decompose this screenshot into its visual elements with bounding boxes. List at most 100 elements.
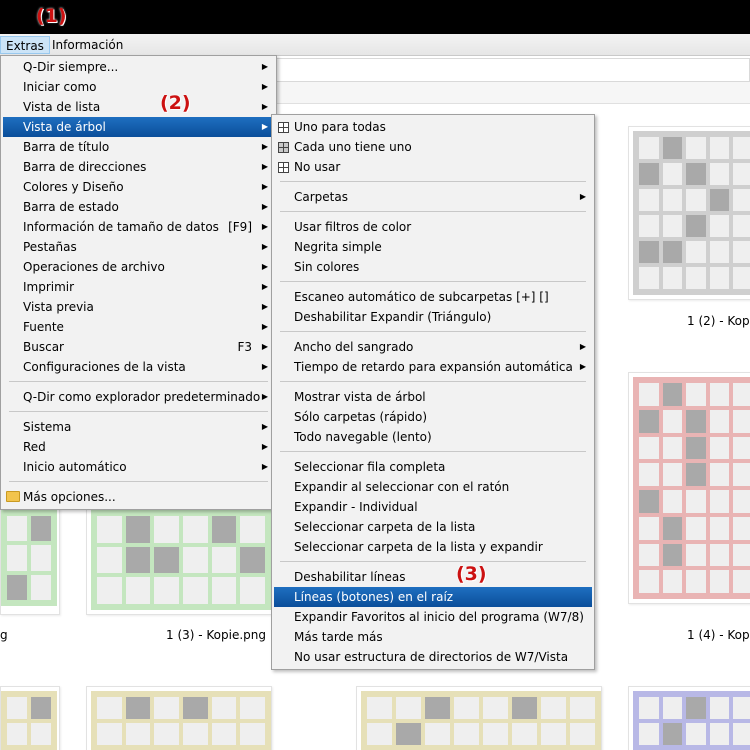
thumbnail-yellow-2[interactable] [356,686,602,750]
menu-item-inicio-automatico[interactable]: Inicio automático ▶ [3,457,274,477]
thumbnail-cell [709,490,730,513]
menu-item-imprimir[interactable]: Imprimir ▶ [3,277,274,297]
thumbnail-cell [97,723,122,745]
thumbnail-cell [733,436,750,460]
thumbnail-green-left[interactable] [0,505,60,615]
menu-item-lineas-botones-en-el-raiz[interactable]: Líneas (botones) en el raíz [274,587,592,607]
menu-item-barra-de-estado[interactable]: Barra de estado ▶ [3,197,274,217]
address-bar[interactable] [270,58,750,82]
thumbnail-cell [211,697,237,719]
menu-item-label: Colores y Diseño [23,180,124,194]
thumbnail-cell [709,189,730,211]
menu-item-label: Inicio automático [23,460,127,474]
menu-item-label: Operaciones de archivo [23,260,165,274]
thumbnail-blue[interactable] [628,686,750,750]
menu-item-configuraciones-de-la-vista[interactable]: Configuraciones de la vista ▶ [3,357,274,377]
menu-item-todo-navegable-lento[interactable]: Todo navegable (lento) [274,427,592,447]
menu-item-deshabilitar-expandir-triangulo[interactable]: Deshabilitar Expandir (Triángulo) [274,307,592,327]
menu-item-barra-de-titulo[interactable]: Barra de título ▶ [3,137,274,157]
submenu-arrow-icon: ▶ [261,62,268,71]
menu-item-solo-carpetas-rapido[interactable]: Sólo carpetas (rápido) [274,407,592,427]
menu-item-seleccionar-fila-completa[interactable]: Seleccionar fila completa [274,457,592,477]
submenu-arrow-icon: ▶ [261,162,268,171]
thumbnail-cell [662,490,683,513]
thumbnail-yellow-left[interactable] [0,686,60,750]
thumbnail-red[interactable] [628,372,750,604]
menu-item-sistema[interactable]: Sistema ▶ [3,417,274,437]
submenu-arrow-icon: ▶ [261,322,268,331]
column-header-row [270,82,750,104]
menu-item-vista-de-lista[interactable]: Vista de lista ▶ [3,97,274,117]
thumbnail-cell [31,697,51,719]
submenu-arrow-icon: ▶ [261,342,268,351]
menu-item-mas-tarde-mas[interactable]: Más tarde más [274,627,592,647]
submenu-arrow-icon: ▶ [261,182,268,191]
menu-item-buscar[interactable]: Buscar F3 ▶ [3,337,274,357]
menu-extras[interactable]: Extras [0,36,50,54]
menu-item-vista-previa[interactable]: Vista previa ▶ [3,297,274,317]
thumbnail-cell [97,516,122,543]
menu-item-operaciones-de-archivo[interactable]: Operaciones de archivo ▶ [3,257,274,277]
submenu-arrow-icon: ▶ [261,142,268,151]
menu-item-no-usar[interactable]: No usar [274,157,592,177]
thumbnail-cell [125,577,151,604]
thumbnail-cell [483,723,508,745]
thumbnail-cell [662,241,683,263]
thumbnail-cell [639,490,659,513]
thumbnail-caption: 1 (4) - Kopie [687,628,750,642]
menu-item-pestanas[interactable]: Pestañas ▶ [3,237,274,257]
menu-separator [280,561,586,562]
menu-item-no-usar-estructura-de-directorios-de-w7-vista[interactable]: No usar estructura de directorios de W7/… [274,647,592,667]
menu-item-seleccionar-carpeta-de-la-lista-y-expandir[interactable]: Seleccionar carpeta de la lista y expand… [274,537,592,557]
menu-item-expandir-favoritos-al-inicio-del-programa-w7-8[interactable]: Expandir Favoritos al inicio del program… [274,607,592,627]
thumbnail-cell [662,723,683,745]
thumbnail-cell [733,383,750,406]
menu-item-vista-de-arbol[interactable]: Vista de árbol ▶ [3,117,274,137]
menu-item-colores-y-diseno[interactable]: Colores y Diseño ▶ [3,177,274,197]
menu-separator [280,281,586,282]
menu-item-label: Sin colores [294,260,360,274]
menu-item-informacion-de-tamano-de-datos[interactable]: Información de tamaño de datos [F9] ▶ [3,217,274,237]
menu-item-sin-colores[interactable]: Sin colores [274,257,592,277]
thumbnail-cell [662,137,683,159]
window-top-strip [0,0,750,34]
menu-item-iniciar-como[interactable]: Iniciar como ▶ [3,77,274,97]
thumbnail-gray[interactable] [628,126,750,300]
menu-item-fuente[interactable]: Fuente ▶ [3,317,274,337]
thumbnail-cell [733,570,750,593]
menu-item-mas-opciones[interactable]: Más opciones... [3,487,274,507]
menu-item-seleccionar-carpeta-de-la-lista[interactable]: Seleccionar carpeta de la lista [274,517,592,537]
thumbnail-cell [639,697,659,719]
menu-item-escaneo-automatico-de-subcarpetas[interactable]: Escaneo automático de subcarpetas [+] [] [274,287,592,307]
menu-item-q-dir-siempre[interactable]: Q-Dir siempre... ▶ [3,57,274,77]
thumbnail-cell [154,546,179,574]
menu-item-label: Sólo carpetas (rápido) [294,410,428,424]
menu-item-q-dir-como-explorador-predeterminado[interactable]: Q-Dir como explorador predeterminado ▶ [3,387,274,407]
thumbnail-cell [733,543,750,567]
thumbnail-cell [483,697,508,719]
menu-item-negrita-simple[interactable]: Negrita simple [274,237,592,257]
thumbnail-cell [639,215,659,237]
menu-item-usar-filtros-de-color[interactable]: Usar filtros de color [274,217,592,237]
thumbnail-cell [31,516,51,542]
menu-item-uno-para-todas[interactable]: Uno para todas [274,117,592,137]
menu-item-mostrar-vista-de-arbol[interactable]: Mostrar vista de árbol [274,387,592,407]
menu-item-expandir-al-seleccionar-con-el-raton[interactable]: Expandir al seleccionar con el ratón [274,477,592,497]
menu-item-barra-de-direcciones[interactable]: Barra de direcciones ▶ [3,157,274,177]
grid-icon [278,162,289,173]
menu-item-carpetas[interactable]: Carpetas ▶ [274,187,592,207]
thumbnail-yellow[interactable] [86,686,272,750]
menu-item-red[interactable]: Red ▶ [3,437,274,457]
menu-informacion[interactable]: Información [47,36,128,54]
menu-item-deshabilitar-lineas[interactable]: Deshabilitar líneas [274,567,592,587]
menu-item-label: Expandir al seleccionar con el ratón [294,480,510,494]
menu-item-cada-uno-tiene-uno[interactable]: Cada uno tiene uno [274,137,592,157]
menu-item-label: Mostrar vista de árbol [294,390,426,404]
thumbnail-cell [512,723,537,745]
menu-item-label: Todo navegable (lento) [294,430,432,444]
menu-item-expandir-individual[interactable]: Expandir - Individual [274,497,592,517]
menu-item-tiempo-de-retardo-para-expansion-automatica[interactable]: Tiempo de retardo para expansión automát… [274,357,592,377]
thumbnail-cell [709,267,730,289]
thumbnail-green[interactable] [86,505,272,615]
menu-item-ancho-del-sangrado[interactable]: Ancho del sangrado ▶ [274,337,592,357]
